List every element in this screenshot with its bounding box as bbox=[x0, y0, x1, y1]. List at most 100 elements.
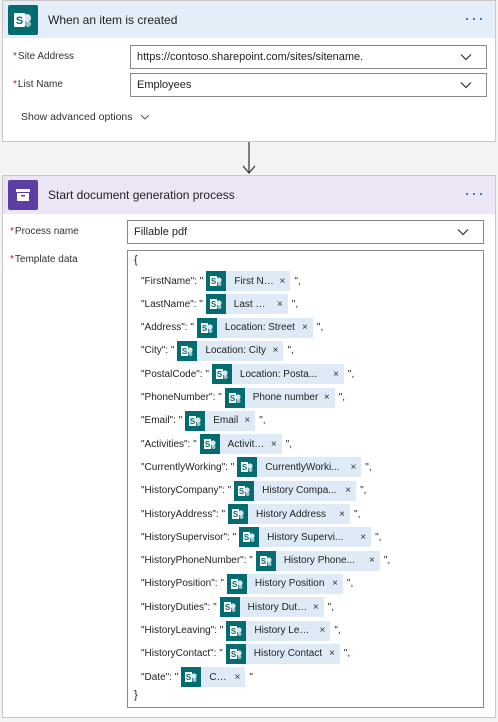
action-header[interactable]: Start document generation process ··· bbox=[3, 176, 495, 214]
site-address-dropdown[interactable]: https://contoso.sharepoint.com/sites/sit… bbox=[130, 45, 487, 69]
template-data-editor[interactable]: { "FirstName": " S First Name × ", "LastName"… bbox=[127, 250, 484, 708]
template-line: "HistorySupervisor": " S History Supervi..… bbox=[141, 527, 382, 548]
template-suffix: ", bbox=[287, 345, 294, 357]
chevron-down-icon[interactable] bbox=[457, 226, 469, 238]
template-line: "CurrentlyWorking": " S CurrentlyWorki... ×… bbox=[141, 457, 372, 478]
sharepoint-icon: S bbox=[185, 410, 206, 431]
token-label: Location: Posta... bbox=[239, 368, 318, 380]
token-label: Location: Street bbox=[224, 322, 295, 334]
action-title: Start document generation process bbox=[48, 188, 235, 202]
template-line: "HistoryCompany": " S History Compa... × ", bbox=[141, 480, 366, 501]
trigger-header[interactable]: S When an item is created ··· bbox=[3, 1, 495, 38]
dynamic-content-token[interactable]: S History Supervi... × bbox=[239, 527, 372, 548]
svg-text:S: S bbox=[233, 510, 239, 519]
close-icon[interactable]: × bbox=[276, 299, 288, 310]
template-suffix: ", bbox=[375, 531, 382, 543]
dynamic-content-token[interactable]: S Phone number × bbox=[224, 387, 335, 408]
close-icon[interactable]: × bbox=[243, 415, 255, 426]
close-icon[interactable]: × bbox=[368, 555, 380, 566]
template-line: "Activities": " S Activities × ", bbox=[141, 434, 292, 455]
svg-text:S: S bbox=[182, 347, 188, 356]
sharepoint-icon: S bbox=[206, 271, 227, 291]
close-icon[interactable]: × bbox=[328, 648, 340, 659]
token-label: History Contact bbox=[253, 648, 323, 660]
template-key: "HistoryContact": " bbox=[141, 648, 223, 660]
action-more-menu[interactable]: ··· bbox=[464, 184, 485, 202]
template-line: "HistoryPhoneNumber": " S History Phone...… bbox=[141, 550, 391, 571]
token-label: History Duties bbox=[247, 601, 310, 613]
template-suffix: ", bbox=[338, 392, 346, 403]
template-key: "HistoryLeaving": " bbox=[141, 625, 224, 636]
sharepoint-icon: S bbox=[239, 527, 260, 548]
close-icon[interactable]: × bbox=[272, 345, 284, 356]
dynamic-content-token[interactable]: S Activities × bbox=[199, 434, 282, 455]
show-advanced-options[interactable]: Show advanced options bbox=[21, 111, 151, 123]
dynamic-content-token[interactable]: S First Name × bbox=[206, 271, 291, 291]
process-name-value: Fillable pdf bbox=[134, 226, 188, 238]
dynamic-content-token[interactable]: S History Leaving × bbox=[226, 620, 331, 641]
template-key: "HistorySupervisor": " bbox=[141, 531, 237, 543]
svg-text:S: S bbox=[232, 580, 238, 589]
trigger-more-menu[interactable]: ··· bbox=[464, 9, 485, 27]
sharepoint-icon: S bbox=[237, 457, 258, 478]
dynamic-content-token[interactable]: S Email × bbox=[185, 410, 256, 431]
close-icon[interactable]: × bbox=[319, 625, 331, 636]
dynamic-content-token[interactable]: S Last Name× bbox=[205, 294, 288, 315]
dynamic-content-token[interactable]: S Location: Street × bbox=[196, 317, 313, 338]
dynamic-content-token[interactable]: S History Position × bbox=[226, 573, 343, 594]
token-label: History Address bbox=[256, 508, 327, 520]
required-mark: * bbox=[10, 226, 14, 237]
close-icon[interactable]: × bbox=[349, 462, 361, 473]
dynamic-content-token[interactable]: S Location: Posta... × bbox=[211, 364, 344, 385]
token-label: CurrentlyWorki... bbox=[265, 461, 340, 473]
close-icon[interactable]: × bbox=[359, 532, 371, 543]
token-label: Last Name bbox=[233, 298, 276, 310]
sharepoint-icon: S bbox=[234, 480, 255, 501]
sharepoint-icon: S bbox=[228, 504, 249, 524]
template-suffix: ", bbox=[346, 578, 354, 590]
dynamic-content-token[interactable]: S History Compa... × bbox=[234, 480, 357, 501]
trigger-title: When an item is created bbox=[48, 12, 178, 27]
list-name-value: Employees bbox=[137, 79, 192, 91]
close-brace: } bbox=[134, 689, 138, 701]
dynamic-content-token[interactable]: S CurrentlyWorki... × bbox=[237, 457, 362, 478]
close-icon[interactable]: × bbox=[278, 276, 290, 287]
dynamic-content-token[interactable]: S History Duties × bbox=[219, 597, 324, 618]
template-suffix: ", bbox=[291, 298, 299, 310]
template-suffix: ", bbox=[259, 415, 266, 427]
template-line: "HistoryPosition": " S History Position × ", bbox=[141, 573, 354, 594]
close-icon[interactable]: × bbox=[234, 672, 246, 683]
token-label: History Compa... bbox=[262, 485, 337, 497]
list-name-dropdown[interactable]: Employees bbox=[130, 73, 487, 97]
close-icon[interactable]: × bbox=[312, 602, 324, 613]
svg-text:S: S bbox=[244, 533, 250, 542]
template-line: "PostalCode": " S Location: Posta... × ", bbox=[141, 364, 354, 385]
process-name-dropdown[interactable]: Fillable pdf bbox=[127, 220, 484, 244]
svg-text:S: S bbox=[211, 300, 217, 309]
token-label: Email bbox=[213, 415, 239, 427]
chevron-down-icon[interactable] bbox=[460, 51, 472, 63]
dynamic-content-token[interactable]: S History Contact × bbox=[225, 643, 340, 664]
close-icon[interactable]: × bbox=[344, 485, 356, 496]
template-line: "HistoryAddress": " S History Address × ", bbox=[141, 504, 360, 524]
close-icon[interactable]: × bbox=[323, 392, 335, 403]
svg-text:S: S bbox=[205, 440, 211, 449]
close-icon[interactable]: × bbox=[332, 369, 344, 380]
token-label: Location: City bbox=[205, 345, 267, 357]
close-icon[interactable]: × bbox=[331, 578, 343, 589]
close-icon[interactable]: × bbox=[338, 509, 350, 520]
template-suffix: ", bbox=[316, 322, 324, 334]
template-line: "LastName": " S Last Name×", bbox=[141, 294, 299, 315]
template-line: "FirstName": " S First Name × ", bbox=[141, 271, 301, 291]
chevron-down-icon[interactable] bbox=[460, 79, 472, 91]
close-icon[interactable]: × bbox=[270, 439, 282, 450]
dynamic-content-token[interactable]: S History Address × bbox=[228, 504, 351, 524]
required-mark: * bbox=[10, 254, 14, 265]
close-icon[interactable]: × bbox=[301, 322, 313, 333]
template-suffix: ", bbox=[383, 555, 391, 567]
dynamic-content-token[interactable]: S History Phone... × bbox=[255, 550, 380, 571]
dynamic-content-token[interactable]: S Location: City × bbox=[177, 340, 284, 361]
sharepoint-icon: S bbox=[199, 434, 220, 455]
process-name-label: *Process name bbox=[10, 226, 79, 237]
dynamic-content-token[interactable]: S Created× bbox=[181, 667, 246, 688]
